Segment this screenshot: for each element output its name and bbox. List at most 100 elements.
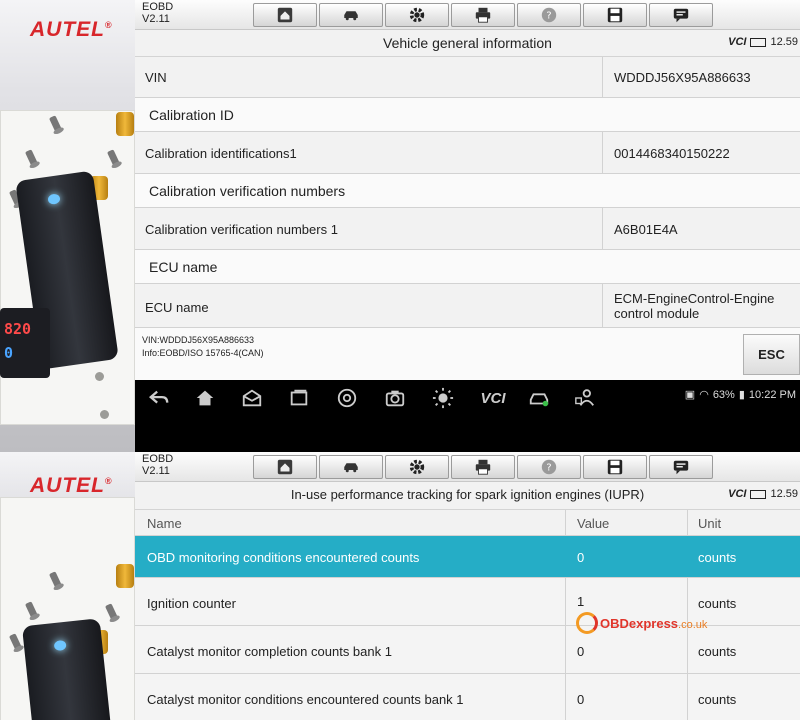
row-value: A6B01E4A [614,222,678,237]
message-icon [673,460,689,475]
row-unit: counts [698,644,737,659]
chrome-icon [337,388,357,408]
row-value: 0 [577,550,585,565]
column-header-unit: Unit [698,516,722,531]
table-row[interactable]: Catalyst monitor completion counts bank … [135,626,800,674]
column-divider [602,284,603,329]
row-name: Ignition counter [147,596,236,611]
mail-nav-button[interactable] [240,386,264,410]
user-settings-button[interactable] [573,386,597,410]
camera-button[interactable] [383,386,407,410]
back-icon [148,390,169,404]
battery-icon: ▮ [738,389,745,401]
screw-decoration [100,410,109,419]
settings-button[interactable] [385,3,449,27]
info-footer: VIN:WDDDJ56X95A886633 Info:EOBD/ISO 1576… [135,327,800,380]
row-label: Calibration identifications1 [145,146,297,161]
led-light [47,193,61,205]
mail-icon [242,389,262,407]
home-icon [277,7,293,23]
column-divider [565,510,566,535]
device-photo-bottom: AUTEL® [0,452,135,720]
svg-text:?: ? [546,11,551,22]
screw-decoration [95,372,104,381]
table-row[interactable]: Catalyst monitor conditions encountered … [135,674,800,720]
row-unit: counts [698,596,737,611]
row-name: OBD monitoring conditions encountered co… [147,550,420,565]
home-nav-button[interactable] [193,386,217,410]
help-icon: ? [541,459,557,475]
gear-icon [409,7,425,23]
row-name: Catalyst monitor completion counts bank … [147,644,392,659]
vehicle-swap-button[interactable] [319,3,383,27]
group-label: Calibration ID [149,107,234,123]
row-value: ECM-EngineControl-Engine control module [614,291,775,321]
column-divider [602,57,603,97]
save-button[interactable] [583,455,647,479]
page-title: Vehicle general information [383,35,552,51]
group-header: Calibration ID [135,98,800,132]
system-status: ▣ ◠ 63% ▮ 10:22 PM [684,388,796,402]
save-button[interactable] [583,3,647,27]
print-button[interactable] [451,455,515,479]
recent-apps-button[interactable] [287,386,311,410]
settings-button[interactable] [385,455,449,479]
help-button[interactable]: ? [517,3,581,27]
table-row-selected[interactable]: OBD monitoring conditions encountered co… [135,536,800,578]
chrome-button[interactable] [335,386,359,410]
column-divider [565,578,566,625]
led-light [53,639,67,652]
row-value: 1 [577,594,585,609]
app-name: EOBD V2.11 [142,453,174,477]
home-icon [196,390,214,406]
android-nav-bar: VCI ▣ ◠ 63% ▮ 10:22 PM [135,380,800,452]
camera-icon [385,390,405,407]
row-value: 0 [577,692,585,707]
back-button[interactable] [147,386,171,410]
home-button[interactable] [253,3,317,27]
printer-icon [475,459,491,475]
table-row-vin[interactable]: VIN WDDDJ56X95A886633 [135,57,800,98]
message-icon [673,8,689,23]
home-button[interactable] [253,455,317,479]
message-button[interactable] [649,455,713,479]
row-label: Calibration verification numbers 1 [145,222,338,237]
vci-label: VCI [728,488,747,500]
print-button[interactable] [451,3,515,27]
vci-icon: VCI [480,389,506,407]
brass-fitting [116,112,134,136]
vci-status: VCI 12.59 [728,36,798,48]
vehicle-swap-button[interactable] [319,455,383,479]
row-value: 0 [577,644,585,659]
printer-icon [475,7,491,23]
save-icon [607,7,623,23]
device-photo-top: AUTEL® 820 0 [0,0,135,452]
row-name: Catalyst monitor conditions encountered … [147,692,464,707]
car-service-icon [529,393,549,407]
row-label: VIN [145,70,167,85]
battery-voltage: 12.59 [770,36,798,48]
table-row[interactable]: Calibration verification numbers 1 A6B01… [135,208,800,250]
row-value: 0014468340150222 [614,146,730,161]
column-header-value: Value [577,516,610,531]
notification-icon: ▣ [684,389,696,401]
table-row[interactable]: Ignition counter 1 counts [135,578,800,626]
esc-button[interactable]: ESC [743,334,800,375]
group-label: Calibration verification numbers [149,183,346,199]
brass-fitting [116,564,134,588]
car-service-button[interactable] [527,386,551,410]
row-unit: counts [698,692,737,707]
vci-nav-button[interactable]: VCI [475,386,511,410]
table-row[interactable]: ECU name ECM-EngineControl-Engine contro… [135,284,800,330]
autel-logo: AUTEL® [30,18,113,41]
row-label: ECU name [145,300,209,315]
vci-dongle [21,618,113,720]
brightness-button[interactable] [431,386,455,410]
message-button[interactable] [649,3,713,27]
iupr-screen: EOBD V2.11 ? In-use performance tracking … [135,452,800,720]
table-row[interactable]: Calibration identifications1 00144683401… [135,132,800,174]
home-icon [277,459,293,475]
meter-reading-bottom: 0 [4,344,14,362]
recent-apps-icon [290,389,308,406]
help-button[interactable]: ? [517,455,581,479]
